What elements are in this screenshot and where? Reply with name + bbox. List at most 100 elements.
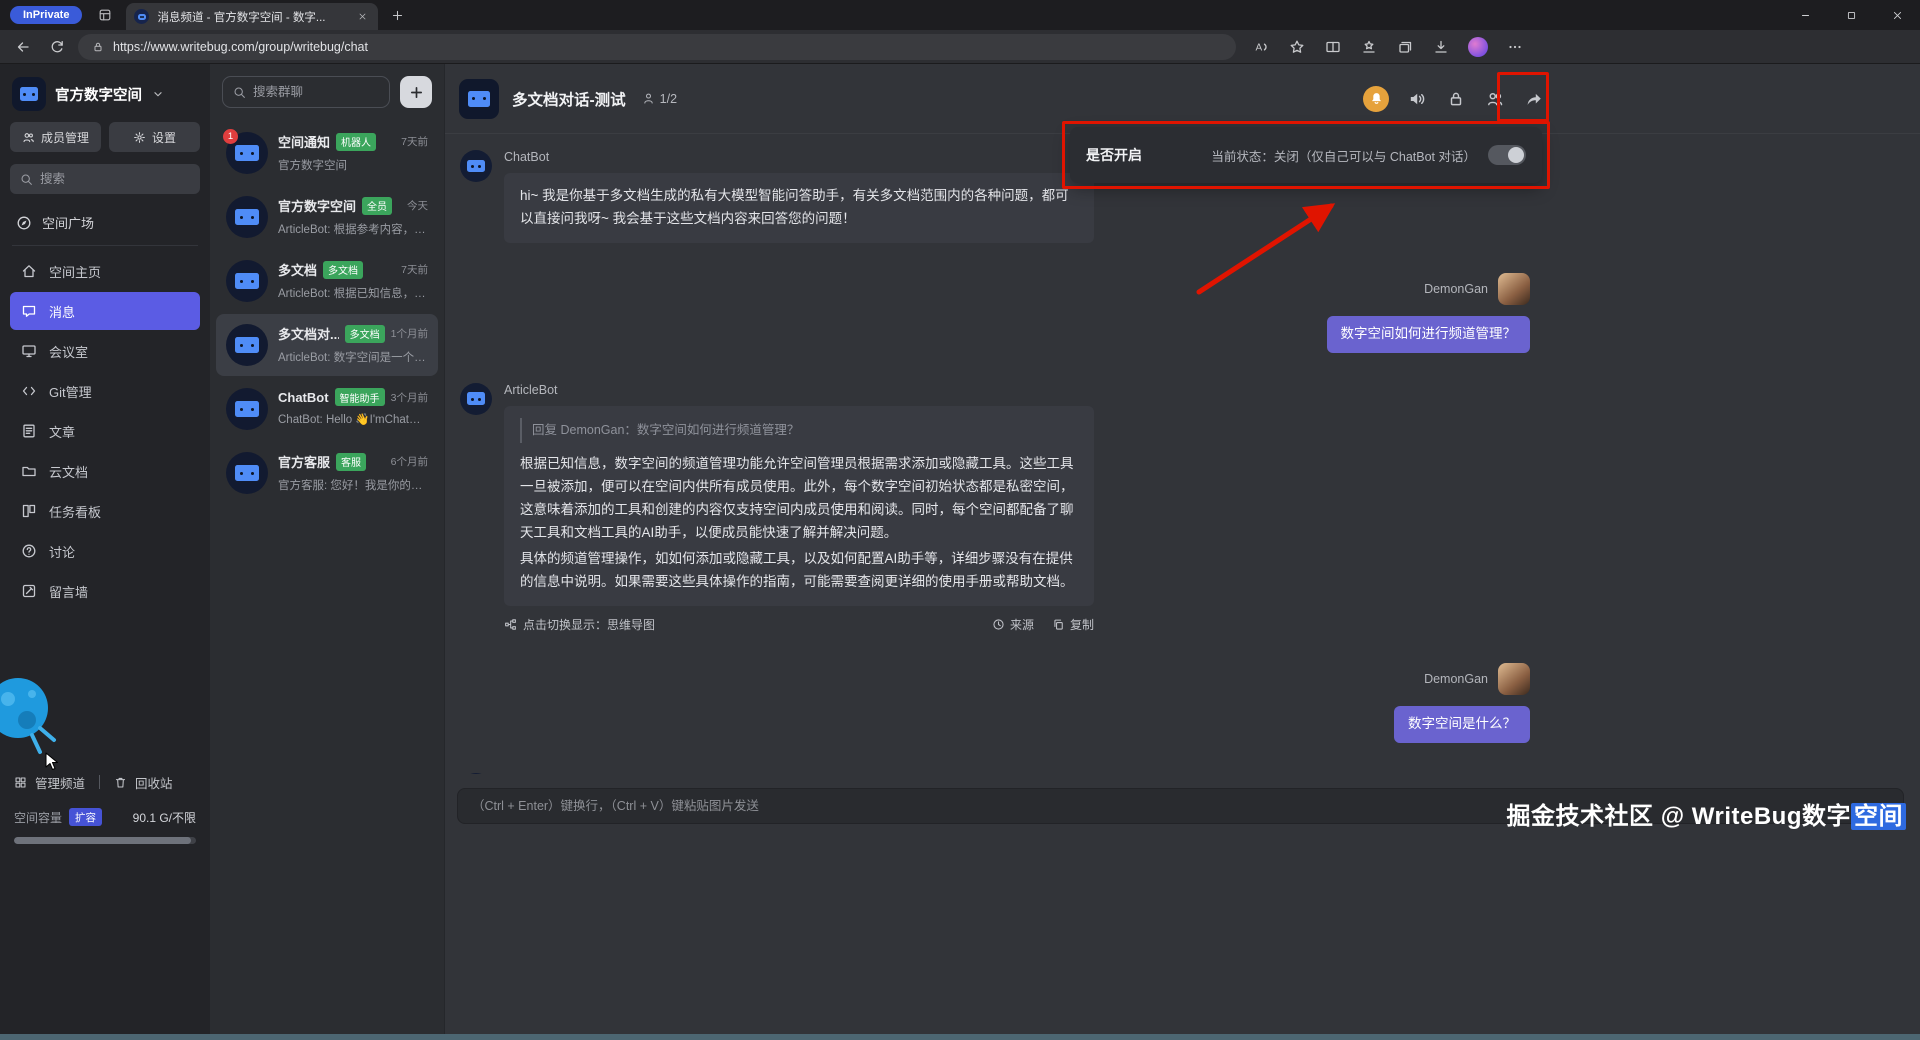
close-button[interactable] [1874,0,1920,30]
share-button[interactable] [1523,88,1545,110]
maximize-button[interactable] [1828,0,1874,30]
lock-button[interactable] [1445,88,1467,110]
sidebar-item-meeting-room[interactable]: 会议室 [10,332,200,370]
manage-channel-button[interactable]: 管理频道 [35,773,85,792]
sidebar-search-input[interactable] [40,172,190,186]
permission-toggle[interactable] [1488,145,1526,165]
toggle-knob [1508,147,1524,163]
space-avatar [12,77,46,111]
user-avatar [1498,273,1530,305]
sidebar-item-cloud-docs[interactable]: 云文档 [10,452,200,490]
channel-item-multi-doc[interactable]: 多文档多文档7天前ArticleBot: 根据已知信息，数... [216,250,438,312]
members-button[interactable] [1484,88,1506,110]
channel-name: 多文档 [278,260,317,279]
chevron-down-icon [151,87,165,101]
minimize-button[interactable] [1782,0,1828,30]
user-avatar [1498,663,1530,695]
clock-icon [992,618,1005,631]
channel-search-input[interactable] [253,85,379,99]
speaker-button[interactable] [1406,88,1428,110]
notification-bell-button[interactable] [1363,86,1389,112]
channel-time: 6个月前 [391,454,428,469]
sidebar-item-label: 云文档 [49,462,88,481]
channel-item-support[interactable]: 官方客服客服6个月前官方客服: 您好！我是你的专... [216,442,438,504]
sidebar-item-home[interactable]: 空间主页 [10,252,200,290]
sidebar-item-label: Git管理 [49,382,92,401]
member-count[interactable]: 1/2 [642,92,677,106]
sidebar-item-plaza[interactable]: 空间广场 [0,204,210,241]
sidebar-item-git[interactable]: Git管理 [10,372,200,410]
channel-item-official-space[interactable]: 官方数字空间全员今天ArticleBot: 根据参考内容，数... [216,186,438,248]
address-bar[interactable]: https://www.writebug.com/group/writebug/… [78,34,1236,60]
channel-info: 空间通知机器人7天前官方数字空间 [278,132,428,173]
unread-badge: 1 [223,129,238,144]
tab-favicon-icon [134,9,149,24]
gear-icon [133,131,146,144]
favorites-bar-button[interactable] [1354,34,1384,60]
browser-titlebar: InPrivate 消息频道 - 官方数字空间 - 数字... [0,0,1920,30]
sidebar-item-messages[interactable]: 消息 [10,292,200,330]
new-tab-button[interactable] [384,2,410,28]
mouse-cursor [44,752,60,772]
channel-avatar [226,388,268,430]
channel-badge: 多文档 [345,325,385,343]
message-sender: ArticleBot [504,773,1094,774]
capacity-value: 90.1 G/不限 [133,809,196,826]
plaza-label: 空间广场 [42,213,94,232]
channel-badge: 全员 [362,197,392,215]
sidebar-item-label: 消息 [49,302,75,321]
copy-icon [1052,618,1065,631]
settings-button[interactable]: 设置 [109,122,200,152]
read-aloud-button[interactable]: A [1246,34,1276,60]
member-management-button[interactable]: 成员管理 [10,122,101,152]
article-icon [21,423,37,439]
chat-header: 多文档对话-测试 1/2 [445,64,1920,134]
sidebar-search[interactable] [10,164,200,194]
browser-navbar: https://www.writebug.com/group/writebug/… [0,30,1920,64]
toggle-mindmap-button[interactable]: 点击切换显示：思维导图 [504,616,655,633]
channel-time: 3个月前 [391,390,428,405]
download-button[interactable] [1426,34,1456,60]
back-button[interactable] [10,34,36,60]
channel-badge: 机器人 [336,133,376,151]
url-text: https://www.writebug.com/group/writebug/… [113,40,368,54]
board-icon [21,503,37,519]
more-menu-button[interactable] [1500,34,1530,60]
message-bubble: 数字空间如何进行频道管理？ [1327,316,1531,353]
channel-search[interactable] [222,76,390,108]
tab-close-icon[interactable] [354,9,370,25]
sidebar-item-label: 讨论 [49,542,75,561]
browser-tab[interactable]: 消息频道 - 官方数字空间 - 数字... [126,3,378,30]
inprivate-label: InPrivate [23,9,69,21]
add-channel-button[interactable] [400,76,432,108]
collections-button[interactable] [1390,34,1420,60]
channel-item-space-notice[interactable]: 1 空间通知机器人7天前官方数字空间 [216,122,438,184]
channel-item-multi-doc-chat[interactable]: 多文档对...多文档1个月前ArticleBot: 数字空间是一个专... [216,314,438,376]
channel-item-chatbot[interactable]: ChatBot智能助手3个月前ChatBot: Hello 👋I'mChatGL… [216,378,438,440]
people-icon [22,131,35,144]
sidebar-item-articles[interactable]: 文章 [10,412,200,450]
mindmap-icon [504,618,517,631]
expand-capacity-button[interactable]: 扩容 [69,808,102,826]
favorite-star-button[interactable] [1282,34,1312,60]
source-button[interactable]: 来源 [992,616,1034,633]
refresh-button[interactable] [44,34,70,60]
channel-time: 7天前 [401,262,428,277]
copy-button[interactable]: 复制 [1052,616,1094,633]
channel-avatar [226,196,268,238]
workspaces-icon[interactable] [92,4,118,26]
member-count-value: 1/2 [660,92,677,106]
space-header[interactable]: 官方数字空间 [0,64,210,122]
split-screen-button[interactable] [1318,34,1348,60]
sidebar-item-task-board[interactable]: 任务看板 [10,492,200,530]
chat-icon [21,303,37,319]
recycle-bin-button[interactable]: 回收站 [135,773,173,792]
chat-avatar [459,79,499,119]
message-scroll-area[interactable]: ChatBothi~ 我是你基于多文档生成的私有大模型智能问答助手，有关多文档范… [445,134,1920,774]
sidebar-item-discussion[interactable]: 讨论 [10,532,200,570]
sidebar-item-message-wall[interactable]: 留言墙 [10,572,200,610]
message-bubble: 数字空间是什么？ [1394,706,1530,743]
lock-icon [92,41,104,53]
channel-info: 官方数字空间全员今天ArticleBot: 根据参考内容，数... [278,196,428,237]
profile-avatar[interactable] [1468,37,1488,57]
